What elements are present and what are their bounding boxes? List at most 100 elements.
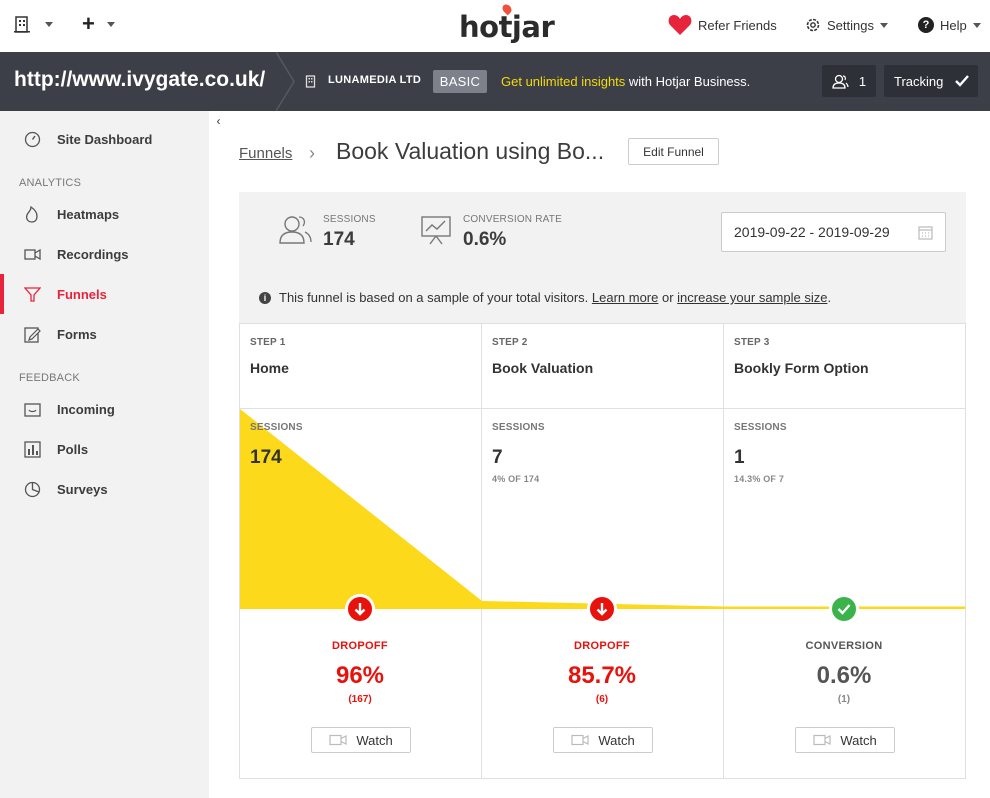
step-sessions-value: 174 [250, 447, 282, 468]
result-count: (6) [595, 694, 609, 705]
result-count: (1) [837, 694, 851, 705]
arrow-down-icon [354, 603, 366, 616]
help-menu[interactable]: ? Help [918, 17, 981, 33]
increase-sample-size-link[interactable]: increase your sample size [677, 290, 827, 305]
learn-more-link[interactable]: Learn more [592, 290, 658, 305]
refer-friends-link[interactable]: Refer Friends [668, 14, 777, 36]
sidebar-item-label: Heatmaps [57, 206, 120, 222]
dropoff-badge [345, 594, 375, 624]
breadcrumb-funnels[interactable]: Funnels [239, 145, 292, 162]
step-sessions-percent: 4% OF 174 [492, 474, 540, 484]
dropoff-badge [587, 594, 617, 624]
result-label: CONVERSION [805, 640, 883, 652]
result-percent: 96% [335, 662, 385, 689]
plus-icon: + [82, 11, 95, 36]
user-count: 1 [858, 73, 867, 89]
sidebar-item-recordings[interactable]: Recordings [0, 234, 209, 274]
step-name: Home [250, 360, 289, 376]
watch-label: Watch [356, 732, 393, 748]
site-bar: http://www.ivygate.co.uk/ LUNAMEDIA LTD … [0, 52, 990, 111]
sidebar-item-label: Incoming [57, 401, 115, 417]
result-label: DROPOFF [574, 640, 630, 652]
conversion-badge [829, 594, 859, 624]
sidebar-item-heatmaps[interactable]: Heatmaps [0, 194, 209, 234]
chevron-down-icon [972, 22, 981, 28]
top-bar: + hotjar Refer Friends Settings ? Help [0, 0, 990, 52]
video-camera-icon [329, 734, 347, 746]
heart-icon [668, 15, 692, 35]
step-sessions-label: SESSIONS [492, 422, 545, 433]
date-range-picker[interactable]: 2019-09-22 - 2019-09-29 [721, 212, 946, 252]
sidebar-item-site-dashboard[interactable]: Site Dashboard [0, 119, 209, 159]
sidebar-item-label: Recordings [57, 246, 129, 262]
watch-recordings-button[interactable]: Watch [311, 727, 411, 753]
team-users-button[interactable]: 1 [822, 65, 876, 97]
building-icon [305, 75, 316, 88]
step-sessions-percent: 14.3% OF 7 [734, 474, 785, 484]
inbox-smile-icon [24, 403, 41, 417]
help-icon: ? [918, 17, 934, 33]
bar-chart-icon [24, 441, 41, 458]
chevron-right-icon [276, 52, 295, 111]
info-text: This funnel is based on a sample of your… [279, 290, 592, 305]
edit-funnel-button[interactable]: Edit Funnel [628, 138, 719, 165]
sidebar-item-polls[interactable]: Polls [0, 429, 209, 469]
watch-label: Watch [840, 732, 877, 748]
step-name: Bookly Form Option [734, 360, 869, 376]
step-number: STEP 2 [492, 337, 528, 348]
sidebar-item-surveys[interactable]: Surveys [0, 469, 209, 509]
add-menu[interactable]: + [82, 11, 115, 36]
upsell-link[interactable]: Get unlimited insights [501, 74, 625, 89]
settings-menu[interactable]: Settings [805, 17, 888, 33]
sidebar-item-label: Site Dashboard [57, 131, 153, 147]
video-camera-icon [24, 248, 41, 261]
chevron-left-icon: ‹ [216, 114, 221, 128]
flame-icon [26, 206, 38, 223]
site-url[interactable]: http://www.ivygate.co.uk/ [14, 68, 265, 92]
watch-label: Watch [598, 732, 635, 748]
chevron-down-icon [106, 21, 115, 27]
plan-badge: BASIC [433, 70, 487, 93]
info-text-mid: or [658, 290, 678, 305]
watch-recordings-button[interactable]: Watch [553, 727, 653, 753]
arrow-down-icon [596, 603, 608, 616]
sessions-label: SESSIONS [323, 214, 376, 225]
step-sessions-label: SESSIONS [250, 422, 303, 433]
chevron-down-icon [45, 22, 53, 27]
help-label: Help [940, 17, 967, 33]
checkmark-icon [837, 604, 851, 615]
step-number: STEP 3 [734, 337, 770, 348]
tracking-label: Tracking [894, 73, 944, 89]
funnel-icon [24, 287, 41, 302]
presentation-chart-icon [421, 216, 451, 245]
feedback-section-heading: FEEDBACK [19, 372, 80, 384]
users-icon [279, 216, 312, 244]
organization-name[interactable]: LUNAMEDIA LTD [328, 74, 421, 86]
step-number: STEP 1 [250, 337, 286, 348]
upsell-text: with Hotjar Business. [625, 74, 751, 89]
users-icon [832, 74, 849, 89]
chevron-right-icon: › [309, 143, 315, 163]
analytics-section-heading: ANALYTICS [19, 177, 82, 189]
info-text-end: . [827, 290, 832, 305]
pie-chart-icon [24, 481, 41, 498]
collapse-sidebar-button[interactable]: ‹ [209, 111, 228, 131]
watch-recordings-button[interactable]: Watch [795, 727, 895, 753]
step-name: Book Valuation [492, 360, 594, 376]
page-title: Book Valuation using Bo... [336, 138, 605, 164]
tracking-status-button[interactable]: Tracking [884, 65, 978, 97]
sidebar-item-forms[interactable]: Forms [0, 314, 209, 354]
form-edit-icon [24, 327, 41, 343]
sidebar-item-incoming[interactable]: Incoming [0, 389, 209, 429]
upsell-message: Get unlimited insights with Hotjar Busin… [501, 74, 750, 89]
funnel-area [240, 409, 965, 609]
sidebar-item-label: Polls [57, 441, 89, 457]
video-camera-icon [813, 734, 831, 746]
sidebar-item-label: Forms [57, 326, 97, 342]
conversion-rate-value: 0.6% [463, 229, 507, 250]
sites-menu[interactable] [14, 16, 53, 33]
sidebar-item-funnels[interactable]: Funnels [0, 274, 209, 314]
building-icon [14, 16, 30, 33]
conversion-rate-label: CONVERSION RATE [463, 214, 562, 225]
step-sessions-value: 7 [492, 447, 503, 468]
